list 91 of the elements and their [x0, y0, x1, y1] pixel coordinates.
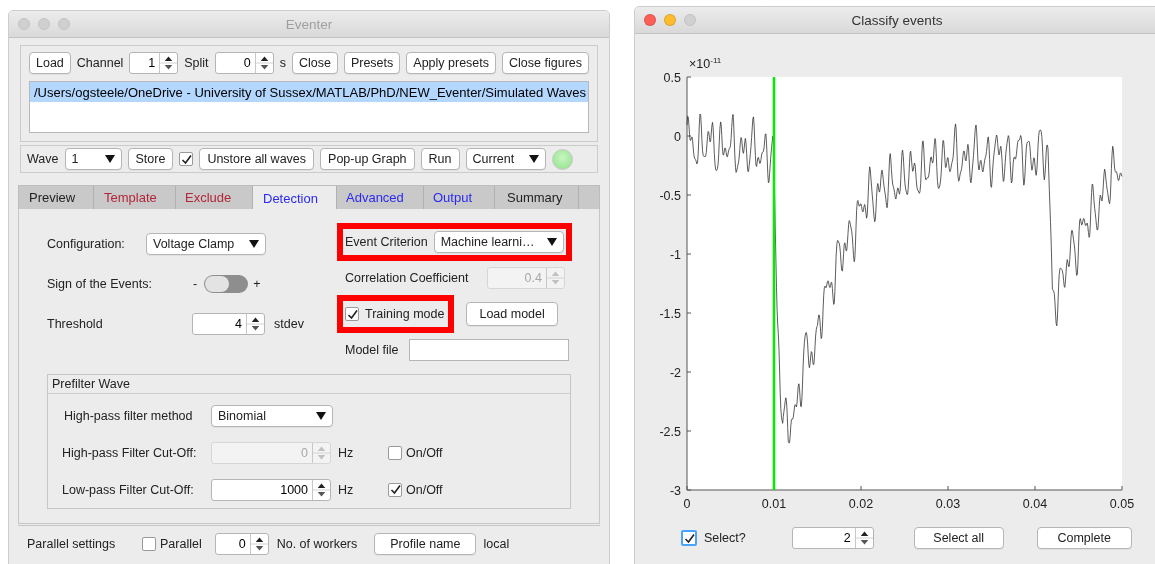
toggle-switch[interactable]: [204, 275, 249, 293]
action-button[interactable]: Pop-up Graph: [320, 148, 415, 170]
field-label: Split: [184, 56, 209, 70]
field-label: Model file: [345, 343, 399, 357]
tab[interactable]: Detection: [253, 186, 337, 210]
up-down-arrows-icon: [246, 314, 264, 334]
tick-label: -0.5: [659, 188, 681, 203]
tick-label: -1.5: [659, 306, 681, 321]
field-label: Low-pass Filter Cut-Off:: [62, 482, 195, 497]
field-label: Sign of the Events:: [47, 277, 153, 291]
tick-label: 0: [683, 497, 691, 511]
toolbar-button[interactable]: Load: [29, 52, 71, 74]
dropdown[interactable]: Machine learni…: [433, 231, 564, 253]
spinner-field[interactable]: 4: [192, 313, 265, 335]
tick-label: -2: [669, 365, 681, 380]
up-down-arrows-icon: [546, 268, 564, 288]
checkbox[interactable]: [681, 530, 697, 546]
field-label: Configuration:: [47, 237, 126, 251]
plus-label: +: [253, 277, 261, 291]
file-list-item[interactable]: /Users/ogsteele/OneDrive - University of Sussex/MATLAB/PhD/NEW_Eventer/Simulated Waves: [30, 82, 588, 102]
up-down-arrows-icon: [312, 442, 330, 463]
file-list[interactable]: /Users/ogsteele/OneDrive - University of Sussex/MATLAB/PhD/NEW_Eventer/Simulated Waves: [29, 81, 589, 133]
toolbar-button[interactable]: Close: [291, 52, 338, 74]
checkbox[interactable]: [179, 152, 194, 166]
tick-label: 0.04: [1022, 497, 1048, 511]
action-button[interactable]: Store: [127, 148, 174, 170]
profile-value: local: [483, 536, 510, 551]
caret-icon: [104, 155, 115, 163]
tick-label: -1: [669, 247, 681, 262]
checkbox-label: Select?: [704, 531, 746, 545]
field-label: High-pass Filter Cut-Off:: [62, 445, 198, 460]
dropdown[interactable]: 1: [64, 148, 122, 170]
tick-label: 0.02: [848, 497, 874, 511]
checkbox[interactable]: [142, 536, 156, 551]
unit-label: Hz: [338, 482, 355, 497]
toolbar-button[interactable]: Presets: [343, 52, 401, 74]
minus-label: -: [193, 277, 198, 291]
spinner-field[interactable]: 1: [129, 52, 179, 74]
field-label: No. of workers: [276, 536, 358, 551]
field-label: Wave: [27, 152, 59, 166]
axis-exponent-label: ×10$^{-11}$: [689, 56, 722, 72]
checkbox-label: Parallel: [160, 536, 202, 551]
tick-label: 0.03: [935, 497, 961, 511]
window-title: Classify events: [850, 12, 944, 28]
spinner-field[interactable]: 0: [214, 52, 274, 74]
up-down-arrows-icon: [854, 528, 873, 548]
spinner-field[interactable]: 0: [214, 532, 269, 555]
field-label: Parallel settings: [27, 536, 117, 551]
unit-label: stdev: [274, 317, 304, 331]
checkbox-label: Training mode: [365, 307, 445, 321]
tick-label: 0.5: [663, 70, 681, 85]
unit-label: s: [279, 56, 286, 70]
field-label: Event Criterion: [345, 235, 428, 249]
load-model-button[interactable]: Load model: [466, 302, 558, 326]
tick-label: -2.5: [659, 424, 681, 439]
profile-name-button[interactable]: Profile name: [374, 532, 477, 555]
action-button[interactable]: Unstore all waves: [199, 148, 315, 170]
caret-icon: [546, 238, 557, 246]
checkbox[interactable]: [345, 307, 359, 321]
caret-icon: [316, 411, 326, 420]
toolbar-button[interactable]: Close figures: [502, 52, 589, 74]
field-label: High-pass filter method: [63, 408, 194, 423]
unit-label: Hz: [338, 445, 355, 460]
complete-button[interactable]: Complete: [1036, 527, 1132, 549]
select-all-button[interactable]: Select all: [913, 527, 1004, 549]
dropdown[interactable]: Current: [465, 148, 546, 170]
dropdown[interactable]: Binomial: [211, 404, 333, 427]
spinner-field[interactable]: 1000: [211, 478, 331, 501]
field-label: Threshold: [47, 317, 104, 331]
caret-icon: [249, 240, 259, 248]
spinner-field[interactable]: 2: [791, 527, 874, 549]
dropdown[interactable]: Voltage Clamp: [146, 233, 266, 255]
text-field[interactable]: [408, 339, 569, 361]
toolbar-button[interactable]: Apply presets: [406, 52, 497, 74]
tick-label: 0.05: [1109, 497, 1135, 511]
checkbox-label: On/Off: [406, 445, 443, 460]
checkbox-label: On/Off: [406, 482, 443, 497]
action-button[interactable]: Run: [420, 148, 460, 170]
field-label: Channel: [76, 56, 124, 70]
tick-label: -3: [669, 483, 681, 498]
caret-icon: [528, 155, 539, 163]
field-label: Correlation Coefficient: [345, 271, 470, 285]
up-down-arrows-icon: [159, 53, 178, 73]
up-down-arrows-icon: [254, 53, 273, 73]
tick-label: 0: [674, 129, 681, 144]
checkbox[interactable]: [388, 482, 402, 497]
group-title: Prefilter Wave: [52, 377, 131, 391]
up-down-arrows-icon: [249, 533, 268, 554]
window-title: Eventer: [284, 16, 334, 32]
tick-label: 0.01: [761, 497, 787, 511]
up-down-arrows-icon: [312, 479, 330, 500]
